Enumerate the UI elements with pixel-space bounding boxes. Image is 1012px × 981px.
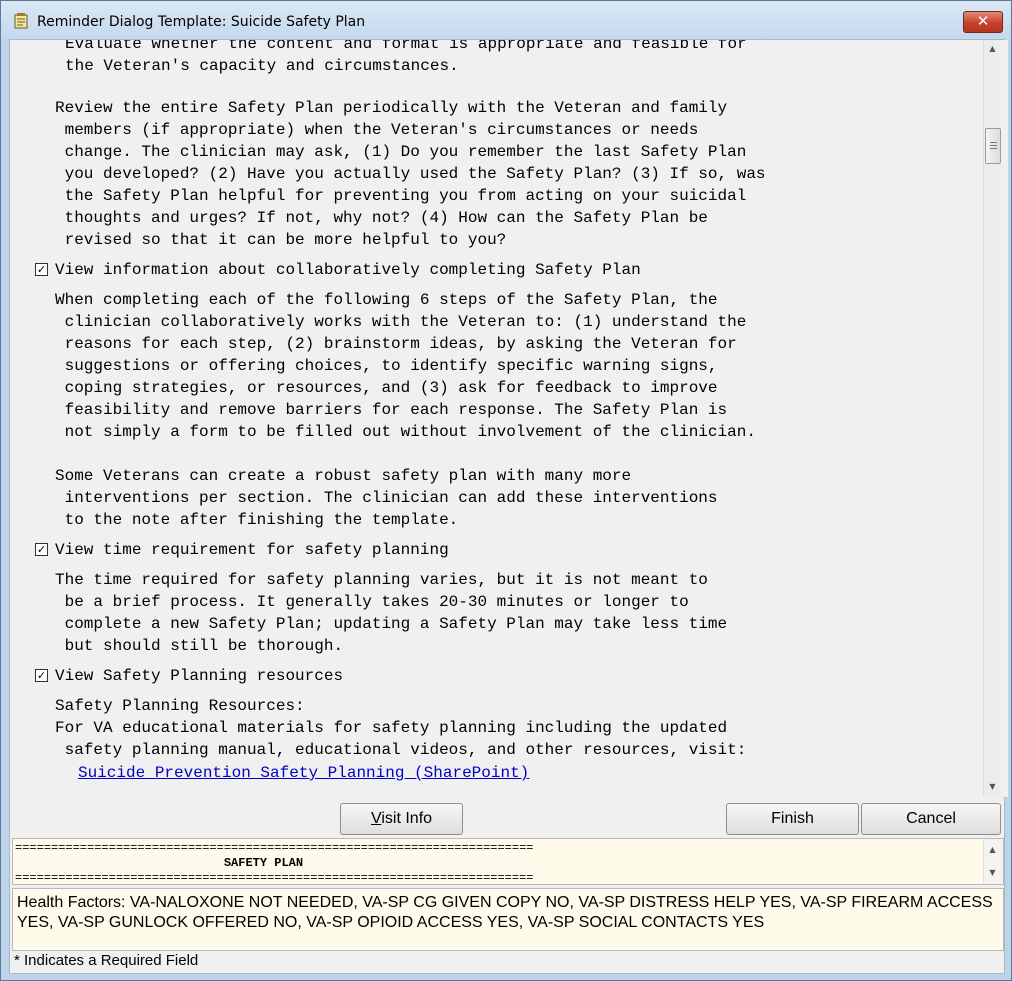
note-preview-pane[interactable]: ========================================… (12, 838, 1004, 885)
visit-info-button[interactable]: Visit Info (340, 803, 463, 835)
time-paragraph: The time required for safety planning va… (55, 571, 728, 655)
note-scroll-down-icon[interactable]: ▼ (984, 864, 1001, 881)
evaluate-paragraph: Evaluate whether the content and format … (65, 40, 747, 75)
dialog-vertical-scrollbar[interactable]: ▲ ▼ (983, 40, 1001, 797)
health-factors-value: VA-NALOXONE NOT NEEDED, VA-SP CG GIVEN C… (17, 894, 993, 931)
required-field-note: * Indicates a Required Field (14, 952, 199, 969)
note-rule-top: ========================================… (15, 841, 534, 855)
sharepoint-link[interactable]: Suicide Prevention Safety Planning (Shar… (78, 762, 529, 784)
note-scroll-up-icon[interactable]: ▲ (984, 841, 1001, 858)
robust-paragraph: Some Veterans can create a robust safety… (55, 467, 718, 529)
dialog-content: Evaluate whether the content and format … (9, 39, 1008, 974)
title-bar[interactable]: Reminder Dialog Template: Suicide Safety… (1, 1, 1011, 39)
scroll-down-arrow-icon[interactable]: ▼ (984, 778, 1001, 795)
health-factors-label: Health Factors: (17, 894, 126, 911)
notepad-icon (14, 13, 28, 29)
visit-info-label: isit Info (381, 810, 433, 827)
resources-checkbox-label[interactable]: View Safety Planning resources (55, 665, 343, 687)
finish-button[interactable]: Finish (726, 803, 859, 835)
resources-checkbox[interactable]: ✓ (35, 669, 48, 682)
close-button[interactable]: ✕ (963, 11, 1003, 33)
collab-checkbox-label[interactable]: View information about collaboratively c… (55, 259, 641, 281)
note-heading: SAFETY PLAN (15, 856, 304, 870)
window-title: Reminder Dialog Template: Suicide Safety… (37, 14, 366, 30)
health-factors-pane: Health Factors: VA-NALOXONE NOT NEEDED, … (12, 888, 1004, 951)
close-icon: ✕ (976, 12, 990, 30)
time-checkbox[interactable]: ✓ (35, 543, 48, 556)
time-checkbox-label[interactable]: View time requirement for safety plannin… (55, 539, 449, 561)
note-scrollbar[interactable]: ▲ ▼ (983, 839, 1003, 884)
scroll-up-arrow-icon[interactable]: ▲ (984, 40, 1001, 57)
cancel-button[interactable]: Cancel (861, 803, 1001, 835)
review-paragraph: Review the entire Safety Plan periodical… (55, 99, 766, 249)
collab-paragraph: When completing each of the following 6 … (55, 291, 756, 441)
visit-info-accel: V (370, 810, 382, 827)
dialog-text-pane[interactable]: Evaluate whether the content and format … (12, 40, 1008, 797)
dialog-window: Reminder Dialog Template: Suicide Safety… (0, 0, 1012, 981)
scroll-thumb[interactable] (985, 128, 1001, 164)
note-rule-bottom: ========================================… (15, 871, 534, 885)
resources-paragraph: Safety Planning Resources: For VA educat… (55, 697, 747, 759)
collab-checkbox[interactable]: ✓ (35, 263, 48, 276)
